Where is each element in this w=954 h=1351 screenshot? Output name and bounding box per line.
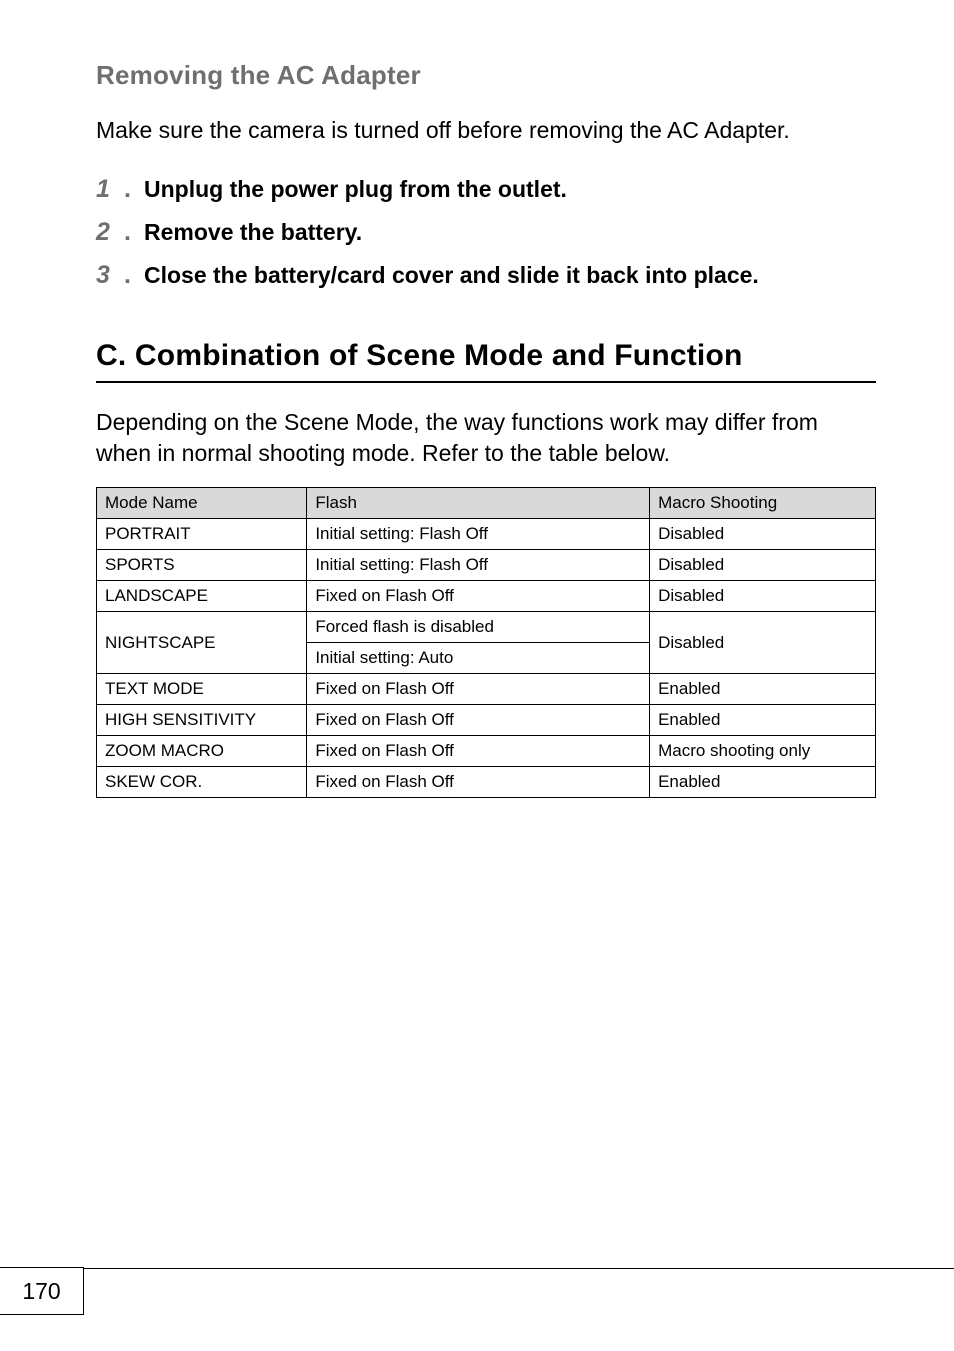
cell-mode: ZOOM MACRO [97,736,307,767]
step-item: 2 . Remove the battery. [96,217,876,248]
step-number: 3 [96,261,124,290]
step-number: 1 [96,175,124,204]
cell-mode: NIGHTSCAPE [97,612,307,674]
table-row: PORTRAIT Initial setting: Flash Off Disa… [97,519,876,550]
steps-list: 1 . Unplug the power plug from the outle… [96,174,876,291]
step-text: Close the battery/card cover and slide i… [144,260,759,291]
cell-mode: HIGH SENSITIVITY [97,705,307,736]
sub-heading: Removing the AC Adapter [96,60,876,91]
cell-macro: Enabled [650,674,876,705]
cell-flash: Initial setting: Flash Off [307,519,650,550]
cell-macro: Enabled [650,767,876,798]
step-item: 3 . Close the battery/card cover and sli… [96,260,876,291]
cell-mode: SPORTS [97,550,307,581]
cell-flash: Fixed on Flash Off [307,674,650,705]
table-row: LANDSCAPE Fixed on Flash Off Disabled [97,581,876,612]
table-row: NIGHTSCAPE Forced flash is disabled Disa… [97,612,876,643]
col-header-macro: Macro Shooting [650,488,876,519]
cell-mode: LANDSCAPE [97,581,307,612]
table-row: TEXT MODE Fixed on Flash Off Enabled [97,674,876,705]
footer-rule [84,1268,954,1269]
table-row: SKEW COR. Fixed on Flash Off Enabled [97,767,876,798]
step-text: Unplug the power plug from the outlet. [144,174,567,205]
cell-mode: TEXT MODE [97,674,307,705]
page-number: 170 [0,1267,84,1315]
cell-flash: Initial setting: Auto [307,643,650,674]
table-intro: Depending on the Scene Mode, the way fun… [96,407,876,469]
step-number: 2 [96,218,124,247]
table-row: HIGH SENSITIVITY Fixed on Flash Off Enab… [97,705,876,736]
step-item: 1 . Unplug the power plug from the outle… [96,174,876,205]
cell-flash: Forced flash is disabled [307,612,650,643]
cell-flash: Initial setting: Flash Off [307,550,650,581]
section-heading: C. Combination of Scene Mode and Functio… [96,339,876,383]
step-dot: . [124,218,144,247]
cell-mode: PORTRAIT [97,519,307,550]
cell-flash: Fixed on Flash Off [307,767,650,798]
cell-macro: Macro shooting only [650,736,876,767]
col-header-mode: Mode Name [97,488,307,519]
step-text: Remove the battery. [144,217,362,248]
cell-macro: Disabled [650,581,876,612]
table-header-row: Mode Name Flash Macro Shooting [97,488,876,519]
cell-macro: Disabled [650,519,876,550]
table-row: ZOOM MACRO Fixed on Flash Off Macro shoo… [97,736,876,767]
step-dot: . [124,175,144,204]
cell-macro: Disabled [650,612,876,674]
scene-mode-table: Mode Name Flash Macro Shooting PORTRAIT … [96,487,876,798]
intro-text: Make sure the camera is turned off befor… [96,115,876,146]
cell-macro: Disabled [650,550,876,581]
cell-mode: SKEW COR. [97,767,307,798]
cell-flash: Fixed on Flash Off [307,581,650,612]
step-dot: . [124,261,144,290]
cell-macro: Enabled [650,705,876,736]
col-header-flash: Flash [307,488,650,519]
table-row: SPORTS Initial setting: Flash Off Disabl… [97,550,876,581]
cell-flash: Fixed on Flash Off [307,736,650,767]
cell-flash: Fixed on Flash Off [307,705,650,736]
